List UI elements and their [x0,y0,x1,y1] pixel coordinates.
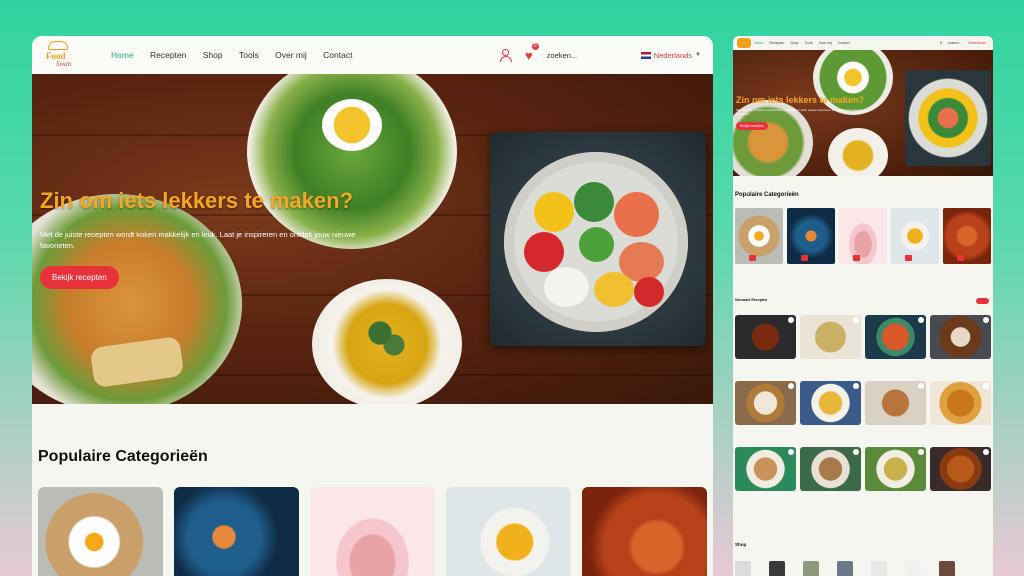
favorite-icon[interactable] [788,317,794,323]
category-label [905,255,912,261]
category-label [801,255,808,261]
mobile-categories-heading: Populaire Categorieën [735,192,799,198]
mobile-nav-shop[interactable]: Shop [790,41,798,45]
favorite-icon[interactable] [918,383,924,389]
mobile-nav-over-mij[interactable]: Over mij [819,41,832,45]
shop-item[interactable] [939,561,955,576]
category-card-soups[interactable] [446,487,571,576]
nav-tools[interactable]: Tools [232,50,266,60]
recipe-card[interactable] [735,315,796,377]
category-card-breakfast[interactable] [38,487,163,576]
mobile-search-input[interactable]: zoeken... [948,41,962,45]
user-icon[interactable] [499,49,512,62]
mobile-shop-row [735,561,955,576]
mobile-language-selector[interactable]: Nederlands [968,41,986,45]
recipe-card[interactable] [800,315,861,377]
shop-item[interactable] [735,561,751,576]
chevron-down-icon: ▼ [695,52,701,58]
mobile-category-card[interactable] [839,208,887,264]
mobile-view-recipes-button[interactable]: Bekijk recepten [736,122,768,130]
nav-over-mij[interactable]: Over mij [268,50,314,60]
nav-actions: ♥ 0 zoeken... Nederlands ▼ [499,41,701,62]
mobile-nav-home[interactable]: Home [754,41,763,45]
language-label: Nederlands [653,50,693,60]
recipe-card[interactable] [800,447,861,509]
favorite-icon[interactable] [918,317,924,323]
category-card-snacks[interactable] [582,487,707,576]
nav-shop[interactable]: Shop [196,50,230,60]
shop-item[interactable] [769,561,785,576]
mobile-category-card[interactable] [943,208,991,264]
recipe-card[interactable] [865,381,926,443]
mobile-hero: Zin om iets lekkers te maken? Met de jui… [733,50,993,176]
search-input[interactable]: zoeken... [547,51,627,60]
recipe-card[interactable] [735,447,796,509]
mobile-category-cards [735,208,991,264]
category-label [853,255,860,261]
recipe-card[interactable] [930,315,991,377]
mobile-category-card[interactable] [891,208,939,264]
featured-dish-image [490,132,706,346]
language-selector[interactable]: Nederlands ▼ [640,50,701,60]
favorite-icon[interactable] [853,449,859,455]
nav-contact[interactable]: Contact [316,50,359,60]
desktop-preview: Food Swan Home · Recepten · Shop · Tools… [32,36,713,576]
recipe-card[interactable] [865,447,926,509]
logo[interactable]: Food Swan [40,40,80,70]
categories-heading: Populaire Categorieën [38,448,208,465]
shop-item[interactable] [803,561,819,576]
category-label [749,255,756,261]
recipe-card[interactable] [930,447,991,509]
logo-text-2: Swan [56,60,72,68]
recipe-card[interactable] [800,381,861,443]
chef-hat-icon [48,41,68,50]
hero-banner: Zin om iets lekkers te maken? Met de jui… [32,74,713,404]
category-card-sweets[interactable] [310,487,435,576]
mobile-recipe-grid [735,315,991,509]
mobile-category-card[interactable] [735,208,783,264]
category-label [957,255,964,261]
shop-item[interactable] [871,561,887,576]
favorite-icon[interactable] [853,317,859,323]
mobile-nav-tools[interactable]: Tools [805,41,813,45]
favorite-icon[interactable] [788,383,794,389]
category-cards [38,487,707,576]
favorite-icon[interactable] [983,449,989,455]
nav-home[interactable]: Home [104,50,141,60]
mobile-newest-button[interactable] [975,298,989,304]
hero-title: Zin om iets lekkers te maken? [40,188,354,213]
favorite-icon[interactable] [983,317,989,323]
favorite-icon[interactable] [918,449,924,455]
shop-item[interactable] [905,561,921,576]
favorites-heart-icon[interactable]: ♥ 0 [525,41,540,62]
hero-subtitle: Met de juiste recepten wordt koken makke… [40,230,356,251]
soup-greens-image [352,309,422,369]
mobile-logo[interactable] [737,38,751,48]
shop-item[interactable] [837,561,853,576]
mobile-navbar: Home Recepten Shop Tools Over mij Contac… [733,36,993,50]
top-navbar: Food Swan Home · Recepten · Shop · Tools… [32,36,713,74]
favorites-badge: 0 [530,41,540,51]
favorite-icon[interactable] [983,383,989,389]
favorite-icon[interactable] [853,383,859,389]
mobile-nav-contact[interactable]: Contact [838,41,850,45]
egg-image [322,99,382,151]
main-menu: Home · Recepten · Shop · Tools · Over mi… [104,50,359,60]
mobile-heart-icon[interactable]: ♥ [940,41,942,45]
mobile-category-card[interactable] [787,208,835,264]
nav-recepten[interactable]: Recepten [143,50,193,60]
mobile-hero-title: Zin om iets lekkers te maken? [736,95,865,105]
mobile-hero-subtitle: Met de juiste recepten wordt koken makke… [736,108,863,117]
recipe-card[interactable] [735,381,796,443]
mobile-preview: Home Recepten Shop Tools Over mij Contac… [733,36,993,576]
recipe-card[interactable] [930,381,991,443]
mobile-shop-heading: Shop [735,542,747,547]
mobile-nav-recepten[interactable]: Recepten [769,41,784,45]
view-recipes-button[interactable]: Bekijk recepten [40,266,119,289]
recipe-card[interactable] [865,315,926,377]
favorite-icon[interactable] [788,449,794,455]
mobile-newest-heading: Nieuwste Recepten [735,298,768,302]
category-card-drinks[interactable] [174,487,299,576]
dutch-flag-icon [640,51,651,59]
